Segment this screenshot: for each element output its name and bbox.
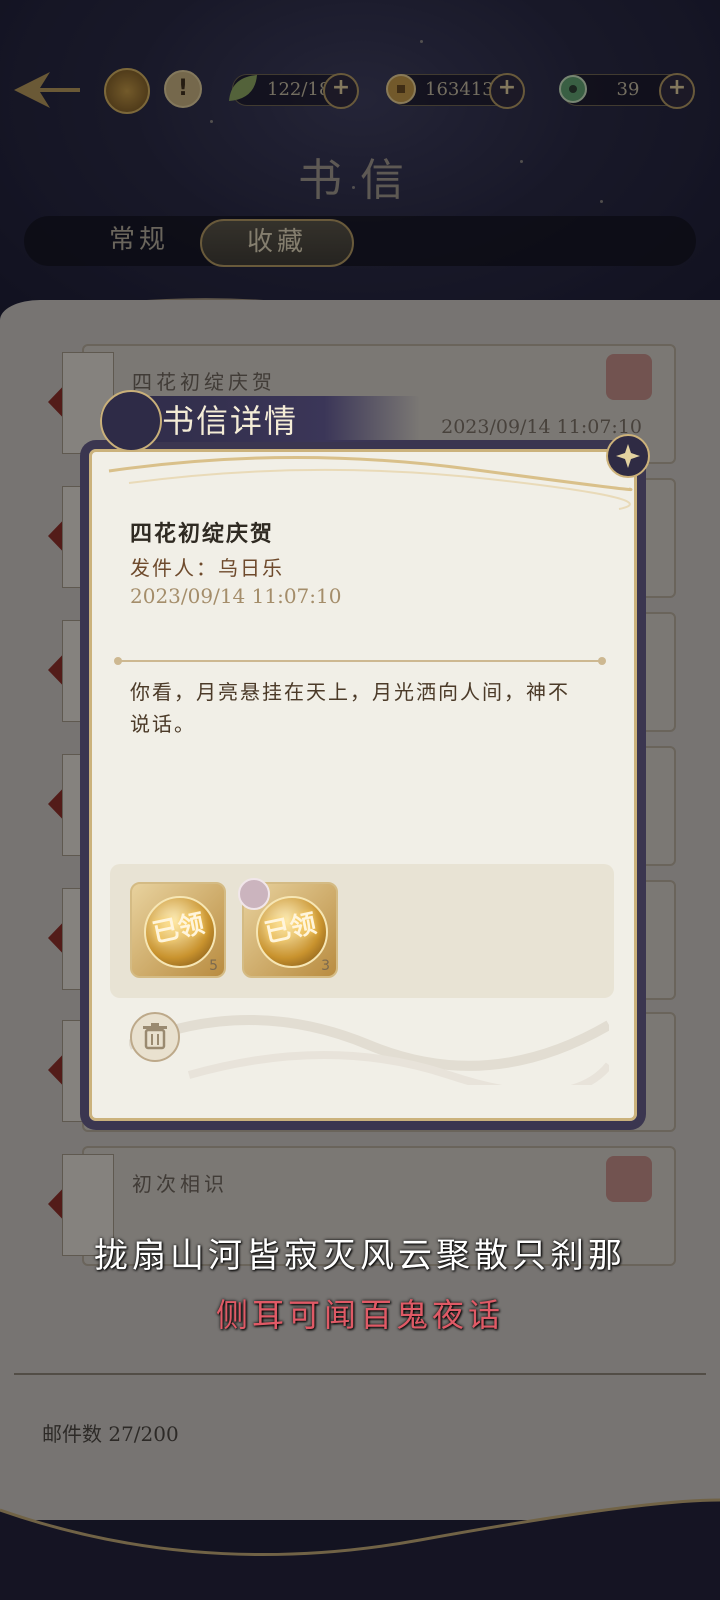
flower-badge-icon: [238, 878, 270, 910]
reward-count: 5: [209, 958, 218, 974]
letter-subject: 四花初绽庆贺: [130, 521, 275, 547]
dialog-header: 书信详情: [100, 390, 440, 452]
letter-body: 你看，月亮悬挂在天上，月光洒向人间，神不说话。: [130, 680, 570, 736]
dialog-title: 书信详情: [162, 402, 299, 440]
reward-count: 3: [321, 958, 330, 974]
subtitle-line-1: 拢扇山河皆寂灭风云聚散只刹那: [94, 1236, 626, 1276]
cloud-swirl-decoration: [129, 1015, 609, 1085]
trash-icon[interactable]: [130, 1012, 180, 1062]
reward-item[interactable]: 已领 5: [130, 882, 226, 978]
reward-panel: 已领 5 已领 3: [110, 864, 614, 998]
flower-emblem-icon: [100, 390, 162, 452]
letter-sender: 发件人：乌日乐: [130, 556, 284, 580]
content-divider: [114, 657, 606, 665]
close-icon[interactable]: [606, 434, 650, 478]
subtitle-line-2: 侧耳可闻百鬼夜话: [215, 1296, 504, 1334]
letter-date: 2023/09/14 11:07:10: [130, 584, 342, 608]
